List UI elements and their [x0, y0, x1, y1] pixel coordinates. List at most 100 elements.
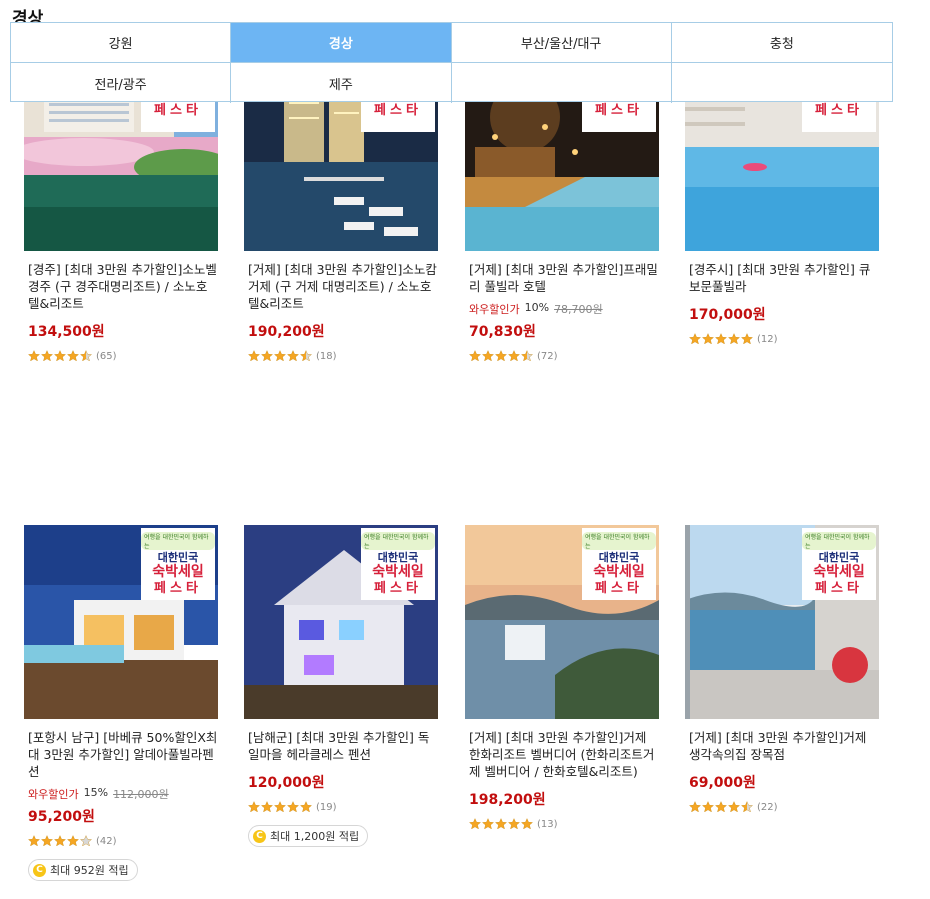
star-icon: [41, 350, 53, 362]
product-price: 198,200원: [469, 792, 546, 808]
rating-stars: [689, 801, 753, 813]
discount-rate: 10%: [524, 301, 550, 314]
star-icon: [495, 350, 507, 362]
rating-stars: [689, 333, 753, 345]
promo-badge: 여행을 대한민국이 함께하는 대한민국 숙박세일 페스타: [141, 528, 215, 600]
product-card[interactable]: 여행을 대한민국이 함께하는 대한민국 숙박세일 페스타 [거제] [최대 3만…: [465, 525, 665, 830]
star-icon: [689, 333, 701, 345]
discount-row: 와우할인가 15% 112,000원: [28, 786, 224, 802]
star-icon: [689, 801, 701, 813]
star-icon: [482, 818, 494, 830]
star-icon: [80, 835, 92, 847]
product-image[interactable]: 여행을 대한민국이 함께하는 대한민국 숙박세일 페스타: [24, 525, 218, 719]
original-price: 78,700원: [554, 303, 603, 316]
product-title[interactable]: [경주시] [최대 3만원 추가할인] 큐보문풀빌라: [689, 261, 879, 295]
star-icon: [261, 350, 273, 362]
discount-row: 와우할인가 10% 78,700원: [469, 301, 665, 317]
rating: (12): [689, 333, 885, 345]
region-tab-gangwon[interactable]: 강원: [11, 23, 232, 63]
rating: (72): [469, 350, 665, 362]
star-icon: [300, 350, 312, 362]
review-count: (12): [757, 333, 778, 345]
promo-badge: 여행을 대한민국이 함께하는 대한민국 숙박세일 페스타: [582, 528, 656, 600]
rating-stars: [28, 350, 92, 362]
star-icon: [28, 835, 40, 847]
region-tab-jeju[interactable]: 제주: [231, 63, 452, 103]
product-price: 170,000원: [689, 307, 766, 323]
region-tabs: 강원 경상 부산/울산/대구 충청 전라/광주 제주: [10, 22, 893, 103]
discount-label: 와우할인가: [28, 788, 79, 801]
star-icon: [300, 801, 312, 813]
product-title[interactable]: [남해군] [최대 3만원 추가할인] 독일마을 헤라클레스 펜션: [248, 729, 438, 763]
reward-text: 최대 1,200원 적립: [270, 830, 360, 843]
star-icon: [715, 801, 727, 813]
region-tab-gyeongsang[interactable]: 경상: [231, 23, 452, 63]
product-image[interactable]: 여행을 대한민국이 함께하는 대한민국 숙박세일 페스타: [244, 525, 438, 719]
review-count: (65): [96, 350, 117, 362]
star-icon: [54, 835, 66, 847]
product-title[interactable]: [거제] [최대 3만원 추가할인]프래밀리 풀빌라 호텔: [469, 261, 659, 295]
rating: (22): [689, 801, 885, 813]
star-icon: [287, 350, 299, 362]
region-tab-empty: [452, 63, 672, 103]
star-icon: [508, 818, 520, 830]
promo-badge: 여행을 대한민국이 함께하는 대한민국 숙박세일 페스타: [361, 528, 435, 600]
discount-rate: 15%: [83, 786, 109, 799]
review-count: (72): [537, 350, 558, 362]
rating-stars: [469, 350, 533, 362]
product-title[interactable]: [거제] [최대 3만원 추가할인]거제 생각속의집 장목점: [689, 729, 879, 763]
rating-stars: [28, 835, 92, 847]
product-image[interactable]: 여행을 대한민국이 함께하는 대한민국 숙박세일 페스타: [685, 525, 879, 719]
product-price: 70,830원: [469, 324, 536, 340]
star-icon: [741, 801, 753, 813]
region-tab-chungcheong[interactable]: 충청: [671, 23, 892, 63]
review-count: (13): [537, 818, 558, 830]
star-icon: [495, 818, 507, 830]
product-title[interactable]: [경주] [최대 3만원 추가할인]소노벨 경주 (구 경주대명리조트) / 소…: [28, 261, 218, 312]
rating: (18): [248, 350, 444, 362]
product-title[interactable]: [거제] [최대 3만원 추가할인]소노캄 거제 (구 거제 대명리조트) / …: [248, 261, 438, 312]
star-icon: [521, 350, 533, 362]
coin-icon: C: [33, 863, 46, 877]
product-card[interactable]: 여행을 대한민국이 함께하는 대한민국 숙박세일 페스타 [거제] [최대 3만…: [685, 525, 885, 813]
region-tab-empty: [672, 63, 892, 103]
product-card[interactable]: 여행을 대한민국이 함께하는 대한민국 숙박세일 페스타 [남해군] [최대 3…: [244, 525, 444, 847]
product-price: 190,200원: [248, 324, 325, 340]
star-icon: [248, 350, 260, 362]
reward-text: 최대 952원 적립: [50, 864, 129, 877]
reward-badge: C 최대 952원 적립: [28, 859, 138, 881]
rating-stars: [248, 350, 312, 362]
product-title[interactable]: [거제] [최대 3만원 추가할인]거제 한화리조트 벨버디어 (한화리조트거제…: [469, 729, 659, 780]
original-price: 112,000원: [113, 788, 169, 801]
star-icon: [274, 801, 286, 813]
region-tab-jeolla-gwangju[interactable]: 전라/광주: [11, 63, 232, 103]
star-icon: [469, 818, 481, 830]
review-count: (22): [757, 801, 778, 813]
review-count: (18): [316, 350, 337, 362]
star-icon: [67, 835, 79, 847]
rating: (65): [28, 350, 224, 362]
promo-badge: 여행을 대한민국이 함께하는 대한민국 숙박세일 페스타: [802, 528, 876, 600]
rating: (19): [248, 801, 444, 813]
star-icon: [715, 333, 727, 345]
product-title[interactable]: [포항시 남구] [바베큐 50%할인X최대 3만원 추가할인] 알데아풀빌라펜…: [28, 729, 218, 780]
rating: (42): [28, 835, 224, 847]
star-icon: [28, 350, 40, 362]
star-icon: [482, 350, 494, 362]
product-card[interactable]: 여행을 대한민국이 함께하는 대한민국 숙박세일 페스타 [포항시 남구] [바…: [24, 525, 224, 881]
region-tab-busan-ulsan-daegu[interactable]: 부산/울산/대구: [451, 23, 672, 63]
star-icon: [287, 801, 299, 813]
product-image[interactable]: 여행을 대한민국이 함께하는 대한민국 숙박세일 페스타: [465, 525, 659, 719]
discount-label: 와우할인가: [469, 303, 520, 316]
reward-badge: C 최대 1,200원 적립: [248, 825, 369, 847]
review-count: (42): [96, 835, 117, 847]
product-price: 95,200원: [28, 809, 95, 825]
star-icon: [702, 801, 714, 813]
star-icon: [469, 350, 481, 362]
star-icon: [521, 818, 533, 830]
star-icon: [741, 333, 753, 345]
star-icon: [54, 350, 66, 362]
product-price: 120,000원: [248, 775, 325, 791]
star-icon: [41, 835, 53, 847]
star-icon: [274, 350, 286, 362]
